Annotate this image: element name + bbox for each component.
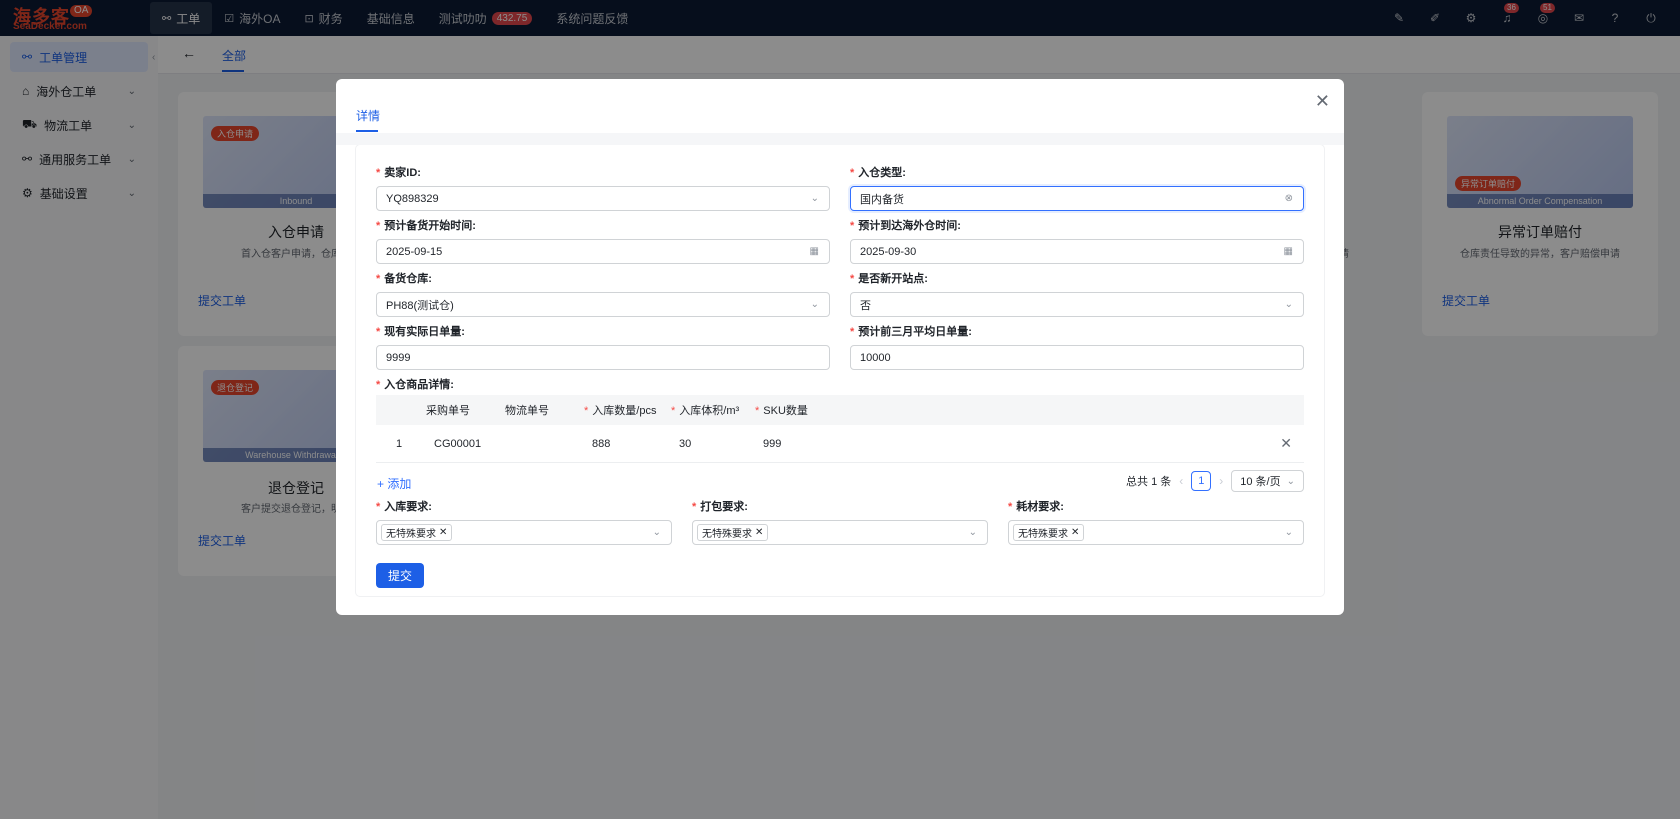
tag-chip: 无特殊要求 ✕ [697, 524, 769, 541]
field-label: 入库要求: [384, 501, 432, 513]
row-sku[interactable]: 999 [763, 438, 781, 450]
field-inbound-type: * 入仓类型: 国内备货 ⊗ [850, 165, 1304, 211]
row-volume[interactable]: 30 [679, 438, 691, 450]
chevron-down-icon: ⌄ [1284, 527, 1293, 538]
close-icon[interactable]: ✕ [1315, 91, 1330, 112]
field-daily-orders: * 现有实际日单量: 9999 [376, 324, 830, 370]
avg-orders-input[interactable]: 10000 [850, 345, 1304, 370]
avg-orders-value: 10000 [860, 351, 891, 364]
field-label: 入仓商品详情: [384, 379, 454, 391]
field-new-site: * 是否新开站点: 否 ⌄ [850, 271, 1304, 317]
submit-button[interactable]: 提交 [376, 563, 424, 588]
field-label: 预计到达海外仓时间: [858, 220, 961, 232]
chip-close-icon[interactable]: ✕ [1071, 527, 1079, 538]
col-volume: 入库体积/m³ [679, 405, 740, 417]
chip-close-icon[interactable]: ✕ [439, 527, 447, 538]
chevron-down-icon: ⌄ [652, 527, 661, 538]
field-packing-req: * 打包要求: 无特殊要求 ✕ ⌄ [692, 499, 988, 545]
stock-start-date-picker[interactable]: 2025-09-15 ▦ [376, 239, 830, 264]
seller-id-select[interactable]: YQ898329 ⌄ [376, 186, 830, 211]
row-qty[interactable]: 888 [592, 438, 610, 450]
chip-close-icon[interactable]: ✕ [755, 527, 763, 538]
field-arrival: * 预计到达海外仓时间: 2025-09-30 ▦ [850, 218, 1304, 264]
chevron-down-icon: ⌄ [1284, 299, 1293, 310]
field-label: 入仓类型: [858, 167, 906, 179]
page-size-value: 10 条/页 [1240, 476, 1281, 488]
calendar-icon: ▦ [809, 246, 819, 257]
add-row-button[interactable]: + 添加 [377, 475, 411, 492]
chip-label: 无特殊要求 [702, 529, 752, 540]
prev-page-icon[interactable]: ‹ [1179, 474, 1183, 488]
field-inbound-req: * 入库要求: 无特殊要求 ✕ ⌄ [376, 499, 672, 545]
daily-orders-value: 9999 [386, 351, 411, 364]
field-material-req: * 耗材要求: 无特殊要求 ✕ ⌄ [1008, 499, 1304, 545]
inbound-type-select[interactable]: 国内备货 ⊗ [850, 186, 1304, 211]
next-page-icon[interactable]: › [1219, 474, 1223, 488]
col-logistics: 物流单号 [505, 405, 549, 417]
calendar-icon: ▦ [1283, 246, 1293, 257]
packing-req-select[interactable]: 无特殊要求 ✕ ⌄ [692, 520, 988, 545]
new-site-value: 否 [860, 299, 871, 312]
field-label: 现有实际日单量: [384, 326, 465, 338]
chevron-down-icon: ⌄ [968, 527, 977, 538]
page-number-button[interactable]: 1 [1191, 471, 1212, 491]
new-site-select[interactable]: 否 ⌄ [850, 292, 1304, 317]
chevron-down-icon: ⌄ [1286, 475, 1295, 487]
pagination: 总共 1 条 ‹ 1 › 10 条/页 ⌄ [1126, 470, 1304, 492]
tab-detail[interactable]: 详情 [356, 107, 380, 124]
page-size-select[interactable]: 10 条/页 ⌄ [1231, 470, 1304, 492]
pagination-total: 总共 1 条 [1126, 476, 1172, 488]
col-sku: SKU数量 [763, 405, 808, 417]
field-label: 备货仓库: [384, 273, 432, 285]
inbound-req-select[interactable]: 无特殊要求 ✕ ⌄ [376, 520, 672, 545]
field-label: 预计前三月平均日单量: [858, 326, 972, 338]
chevron-down-icon: ⌄ [810, 193, 819, 204]
table-header: 采购单号 物流单号 * 入库数量/pcs * 入库体积/m³ * SKU数量 [376, 395, 1304, 425]
field-goods-detail: * 入仓商品详情: [376, 379, 454, 391]
warehouse-select[interactable]: PH88(测试仓) ⌄ [376, 292, 830, 317]
row-index: 1 [396, 437, 403, 450]
col-qty: 入库数量/pcs [592, 405, 657, 417]
chevron-down-icon: ⌄ [810, 299, 819, 310]
form-body: * 卖家ID: YQ898329 ⌄ * 入仓类型: 国内备货 ⊗ * 预计备货开始时间:… [336, 133, 1344, 596]
table-row: 1 CG00001 888 30 999 ✕ [376, 425, 1304, 463]
field-avg-orders: * 预计前三月平均日单量: 10000 [850, 324, 1304, 370]
tag-chip: 无特殊要求 ✕ [1013, 524, 1085, 541]
row-po[interactable]: CG00001 [434, 438, 481, 450]
detail-modal: ✕ 详情 * 卖家ID: YQ898329 ⌄ * 入仓类型: 国内备货 ⊗ * 预计备货… [336, 79, 1344, 615]
field-stock-start: * 预计备货开始时间: 2025-09-15 ▦ [376, 218, 830, 264]
field-seller-id: * 卖家ID: YQ898329 ⌄ [376, 165, 830, 211]
field-label: 耗材要求: [1016, 501, 1064, 513]
col-po: 采购单号 [426, 405, 470, 417]
arrival-value: 2025-09-30 [860, 245, 917, 258]
warehouse-value: PH88(测试仓) [386, 299, 454, 312]
chip-label: 无特殊要求 [386, 529, 436, 540]
delete-row-icon[interactable]: ✕ [1280, 435, 1292, 452]
material-req-select[interactable]: 无特殊要求 ✕ ⌄ [1008, 520, 1304, 545]
inbound-type-value: 国内备货 [860, 193, 904, 206]
field-label: 卖家ID: [384, 167, 421, 179]
daily-orders-input[interactable]: 9999 [376, 345, 830, 370]
stock-start-value: 2025-09-15 [386, 245, 443, 258]
field-warehouse: * 备货仓库: PH88(测试仓) ⌄ [376, 271, 830, 317]
field-label: 预计备货开始时间: [384, 220, 476, 232]
tab-underline [356, 130, 378, 132]
field-label: 是否新开站点: [858, 273, 928, 285]
clear-icon[interactable]: ⊗ [1285, 193, 1293, 204]
arrival-date-picker[interactable]: 2025-09-30 ▦ [850, 239, 1304, 264]
tag-chip: 无特殊要求 ✕ [381, 524, 453, 541]
chip-label: 无特殊要求 [1018, 529, 1068, 540]
seller-id-value: YQ898329 [386, 192, 439, 205]
field-label: 打包要求: [700, 501, 748, 513]
goods-table: 采购单号 物流单号 * 入库数量/pcs * 入库体积/m³ * SKU数量 1 CG… [376, 395, 1304, 463]
